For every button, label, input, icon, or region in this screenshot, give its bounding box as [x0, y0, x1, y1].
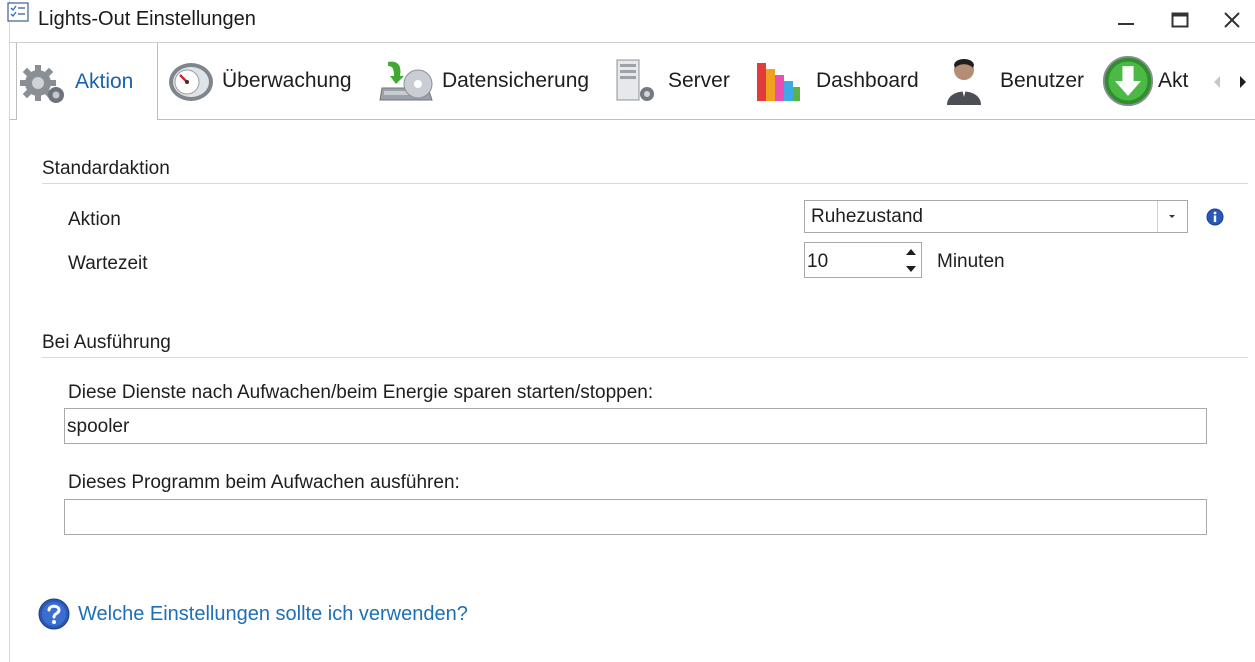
- tab-label: Aktion: [75, 69, 134, 93]
- tab-label: Dashboard: [816, 68, 919, 92]
- wartezeit-value: 10: [807, 251, 829, 272]
- section-divider: [42, 357, 1248, 358]
- help-icon: [38, 598, 70, 630]
- wartezeit-stepper[interactable]: 10: [804, 242, 922, 278]
- server-icon: [610, 55, 662, 107]
- scroll-right-icon[interactable]: [1238, 75, 1248, 89]
- minimize-icon: [1118, 23, 1134, 25]
- tab-bar: Aktion Überwachung Datensicherung Server…: [10, 42, 1255, 120]
- aktion-dropdown-value: Ruhezustand: [811, 206, 923, 227]
- maximize-button[interactable]: [1162, 6, 1198, 34]
- gauge-icon: [164, 55, 216, 107]
- tab-label: Akt: [1158, 68, 1189, 92]
- aktion-label: Aktion: [68, 209, 121, 230]
- tab-label: Server: [668, 68, 730, 92]
- window-title: Lights-Out Einstellungen: [38, 8, 256, 30]
- stepper-down-icon[interactable]: [901, 261, 921, 277]
- tab-label: Überwachung: [222, 68, 352, 92]
- info-icon[interactable]: [1206, 208, 1224, 226]
- services-input[interactable]: spooler: [64, 408, 1207, 444]
- backup-drive-icon: [378, 55, 436, 107]
- tab-label: Benutzer: [1000, 68, 1085, 92]
- section-title-ausfuehrung: Bei Ausführung: [42, 332, 171, 353]
- tab-aktualisierung[interactable]: Akt: [1102, 43, 1188, 118]
- checklist-icon: [7, 2, 29, 22]
- tab-benutzer[interactable]: Benutzer: [938, 43, 1084, 118]
- close-button[interactable]: [1214, 6, 1250, 34]
- wartezeit-unit: Minuten: [937, 251, 1005, 272]
- services-input-value: spooler: [67, 416, 130, 437]
- gears-icon: [17, 56, 69, 108]
- tab-label: Datensicherung: [442, 68, 590, 92]
- tab-server[interactable]: Server: [610, 43, 730, 118]
- settings-panel: Standardaktion Aktion Ruhezustand Wartez…: [10, 118, 1255, 662]
- stepper-up-icon[interactable]: [901, 244, 921, 260]
- title-bar: Lights-Out Einstellungen: [7, 0, 1255, 42]
- window-left-edge: [0, 0, 10, 662]
- aktion-dropdown[interactable]: Ruhezustand: [804, 200, 1188, 233]
- wartezeit-label: Wartezeit: [68, 253, 148, 274]
- help-link[interactable]: Welche Einstellungen sollte ich verwende…: [38, 598, 468, 630]
- minimize-button[interactable]: [1108, 6, 1144, 34]
- user-icon: [938, 55, 990, 107]
- help-link-text[interactable]: Welche Einstellungen sollte ich verwende…: [78, 603, 468, 626]
- scroll-left-icon[interactable]: [1212, 75, 1222, 89]
- section-divider: [42, 183, 1248, 184]
- tab-aktion[interactable]: Aktion: [16, 43, 158, 120]
- download-arrow-icon: [1102, 55, 1154, 107]
- maximize-icon: [1171, 12, 1189, 28]
- program-label: Dieses Programm beim Aufwachen ausführen…: [68, 472, 460, 493]
- bar-chart-icon: [752, 55, 804, 107]
- tab-scroll-arrows: [1208, 67, 1255, 97]
- close-icon: [1224, 12, 1240, 28]
- chevron-down-icon[interactable]: [1157, 201, 1187, 232]
- tab-ueberwachung[interactable]: Überwachung: [164, 43, 352, 118]
- section-title-standardaktion: Standardaktion: [42, 158, 170, 179]
- tab-dashboard[interactable]: Dashboard: [752, 43, 919, 118]
- tab-datensicherung[interactable]: Datensicherung: [378, 43, 589, 118]
- program-input[interactable]: [64, 499, 1207, 535]
- services-label: Diese Dienste nach Aufwachen/beim Energi…: [68, 382, 654, 403]
